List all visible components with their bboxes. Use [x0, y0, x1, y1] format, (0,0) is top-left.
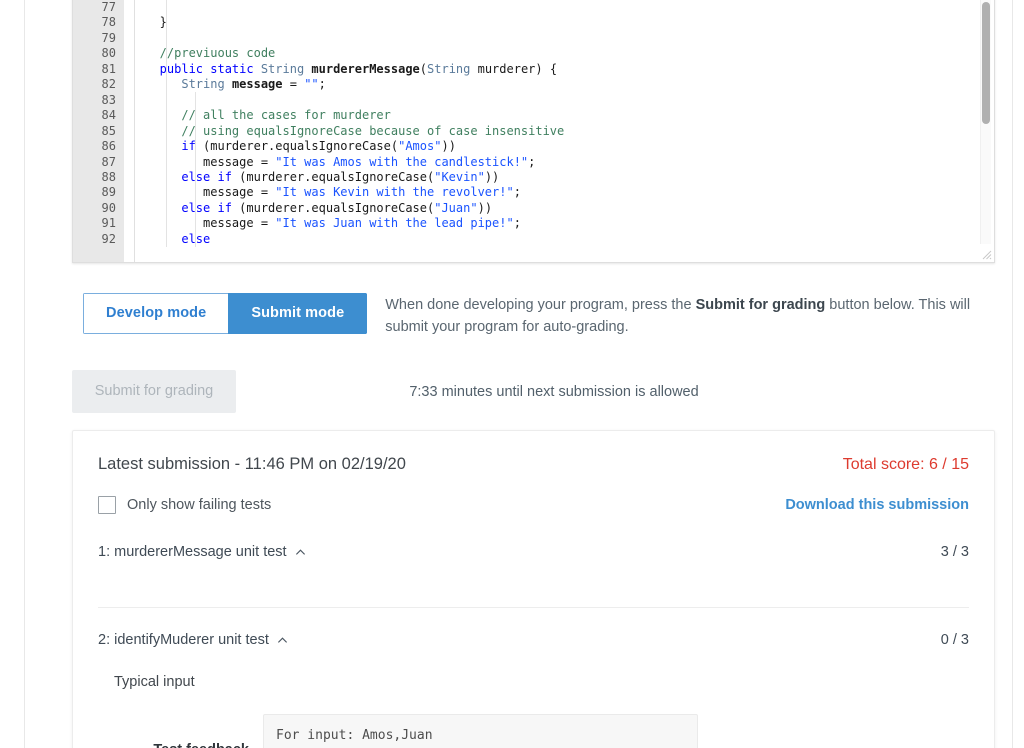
editor-source-text[interactable]: } //previuous code public static String …: [124, 0, 994, 247]
line-number: 89: [73, 185, 124, 200]
chevron-up-icon[interactable]: [277, 635, 288, 646]
page-left-rail: [24, 0, 25, 748]
line-number: 87: [73, 155, 124, 170]
line-number: 77: [73, 0, 124, 15]
test-row[interactable]: 1: murdererMessage unit test 3 / 3: [98, 544, 969, 582]
line-number: 86: [73, 139, 124, 154]
mode-description-pre: When done developing your program, press…: [385, 297, 695, 313]
test-row[interactable]: 2: identifyMuderer unit test 0 / 3: [98, 607, 969, 670]
line-number: 79: [73, 31, 124, 46]
test-feedback-output: For input: Amos,Juan Your value: It was …: [263, 714, 698, 748]
line-number: 83: [73, 93, 124, 108]
line-number: 88: [73, 170, 124, 185]
chevron-up-icon[interactable]: [295, 547, 306, 558]
test-2-detail: Typical input Test feedback For input: A…: [98, 670, 969, 748]
test-2-toggle[interactable]: 2: identifyMuderer unit test: [98, 632, 288, 648]
line-number: 81: [73, 62, 124, 77]
line-number: 91: [73, 216, 124, 231]
download-submission-link[interactable]: Download this submission: [785, 497, 969, 513]
latest-submission-title: Latest submission - 11:46 PM on 02/19/20: [98, 455, 406, 474]
only-failing-tests-label: Only show failing tests: [127, 497, 271, 513]
line-number: 92: [73, 232, 124, 247]
test-2-score: 0 / 3: [941, 632, 969, 648]
editor-scrollbar-thumb[interactable]: [982, 2, 990, 124]
code-editor[interactable]: 77 78 79 80 81 82 83 84 85 86 87 88 89 9…: [72, 0, 995, 263]
page-root: 77 78 79 80 81 82 83 84 85 86 87 88 89 9…: [0, 0, 1024, 748]
test-1-toggle[interactable]: 1: murdererMessage unit test: [98, 544, 306, 560]
line-number: 85: [73, 124, 124, 139]
submit-row: Submit for grading 7:33 minutes until ne…: [72, 370, 992, 413]
line-number: 78: [73, 15, 124, 30]
develop-mode-button[interactable]: Develop mode: [83, 293, 228, 334]
only-failing-tests-checkbox[interactable]: [98, 496, 116, 514]
submission-cooldown-timer: 7:33 minutes until next submission is al…: [236, 370, 872, 400]
indent-guide: [195, 92, 196, 247]
submit-mode-button[interactable]: Submit mode: [228, 293, 367, 334]
total-score-badge: Total score: 6 / 15: [843, 456, 969, 474]
latest-submission-card: Latest submission - 11:46 PM on 02/19/20…: [72, 430, 995, 748]
indent-guide: [166, 0, 167, 247]
mode-button-group: Develop mode Submit mode: [83, 293, 367, 334]
submission-card-header: Latest submission - 11:46 PM on 02/19/20…: [98, 431, 969, 474]
editor-code-column[interactable]: } //previuous code public static String …: [124, 0, 994, 262]
editor-line-number-gutter: 77 78 79 80 81 82 83 84 85 86 87 88 89 9…: [73, 0, 124, 262]
test-case-label: Typical input: [98, 674, 969, 690]
line-number: 84: [73, 108, 124, 123]
only-failing-tests-checkbox-wrap[interactable]: Only show failing tests: [98, 496, 271, 514]
line-number: 80: [73, 46, 124, 61]
test-1-score: 3 / 3: [941, 544, 969, 560]
page-right-rail: [1012, 0, 1013, 748]
line-number: 82: [73, 77, 124, 92]
test-feedback-label: Test feedback: [98, 714, 263, 748]
mode-description: When done developing your program, press…: [385, 293, 989, 338]
submit-for-grading-button[interactable]: Submit for grading: [72, 370, 236, 413]
line-number: 90: [73, 201, 124, 216]
submission-card-controls: Only show failing tests Download this su…: [98, 474, 969, 514]
test-feedback-row: Test feedback For input: Amos,Juan Your …: [98, 714, 969, 748]
test-1-title: 1: murdererMessage unit test: [98, 544, 287, 560]
mode-toggle-row: Develop mode Submit mode When done devel…: [83, 293, 989, 338]
code-fold-rail: [134, 0, 135, 262]
resize-handle-icon[interactable]: [980, 248, 992, 260]
mode-description-emphasis: Submit for grading: [696, 297, 826, 313]
test-2-title: 2: identifyMuderer unit test: [98, 632, 269, 648]
